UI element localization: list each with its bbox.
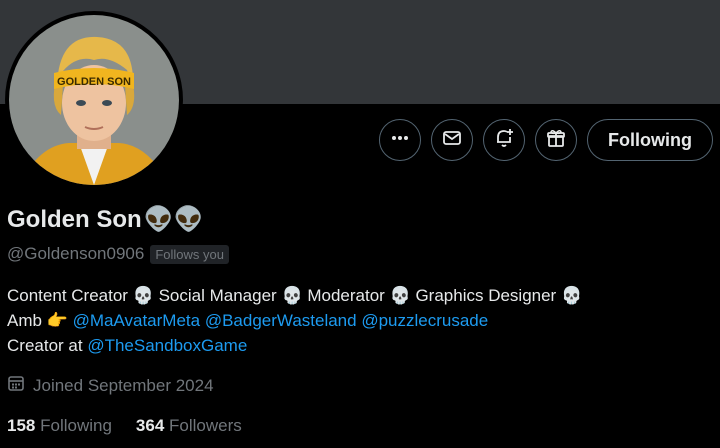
following-count: 158 [7,416,36,435]
following-button[interactable]: Following [587,119,713,161]
mention-link[interactable]: @BadgerWasteland [205,311,357,330]
handle-row: @Goldenson0906 Follows you [7,244,229,264]
skull-emoji: 💀 [281,286,303,305]
avatar[interactable]: GOLDEN SON [5,11,183,189]
message-button[interactable] [431,119,474,161]
name-emoji: 👽👽 [143,206,204,233]
gift-button[interactable] [535,119,578,161]
following-stat[interactable]: 158 Following [7,416,112,436]
follow-stats: 158 Following 364 Followers [7,416,242,436]
notifications-button[interactable] [483,119,526,161]
handle: @Goldenson0906 [7,244,145,263]
bio-line-2: Amb 👉 @MaAvatarMeta @BadgerWasteland @pu… [7,308,707,333]
bio-line-1: Content Creator 💀 Social Manager 💀 Moder… [7,283,707,308]
more-button[interactable] [379,119,422,161]
bio-text: Social Manager [153,286,282,305]
follows-you-badge: Follows you [150,244,229,264]
mention-link[interactable]: @puzzlecrusade [361,311,488,330]
mention-link[interactable]: @TheSandboxGame [87,336,247,355]
profile-actions: Following [379,119,713,161]
more-icon [390,128,410,153]
bio-text: Amb [7,311,47,330]
bio-text: Graphics Designer [410,286,561,305]
bell-plus-icon [493,127,515,154]
skull-emoji: 💀 [389,286,411,305]
following-label: Following [40,416,112,435]
skull-emoji: 💀 [132,286,154,305]
bio-text: Creator at [7,336,88,355]
display-name: Golden Son [7,206,142,233]
joined-text: Joined September 2024 [33,375,214,395]
calendar-icon [7,374,25,397]
bio-text: Moderator [302,286,390,305]
avatar-image: GOLDEN SON [9,15,179,185]
gift-icon [546,128,566,153]
bio: Content Creator 💀 Social Manager 💀 Moder… [7,283,707,358]
bio-line-3: Creator at @TheSandboxGame [7,333,707,358]
headband-text: GOLDEN SON [57,76,131,88]
mail-icon [442,128,462,153]
skull-emoji: 💀 [560,286,583,305]
pointing-emoji: 👉 [46,311,68,330]
followers-label: Followers [169,416,242,435]
profile-name-row: Golden Son 👽👽 [7,206,203,234]
join-date: Joined September 2024 [7,374,214,397]
followers-stat[interactable]: 364 Followers [136,416,242,436]
mention-link[interactable]: @MaAvatarMeta [73,311,201,330]
followers-count: 364 [135,416,165,435]
bio-text: Content Creator [7,286,133,305]
